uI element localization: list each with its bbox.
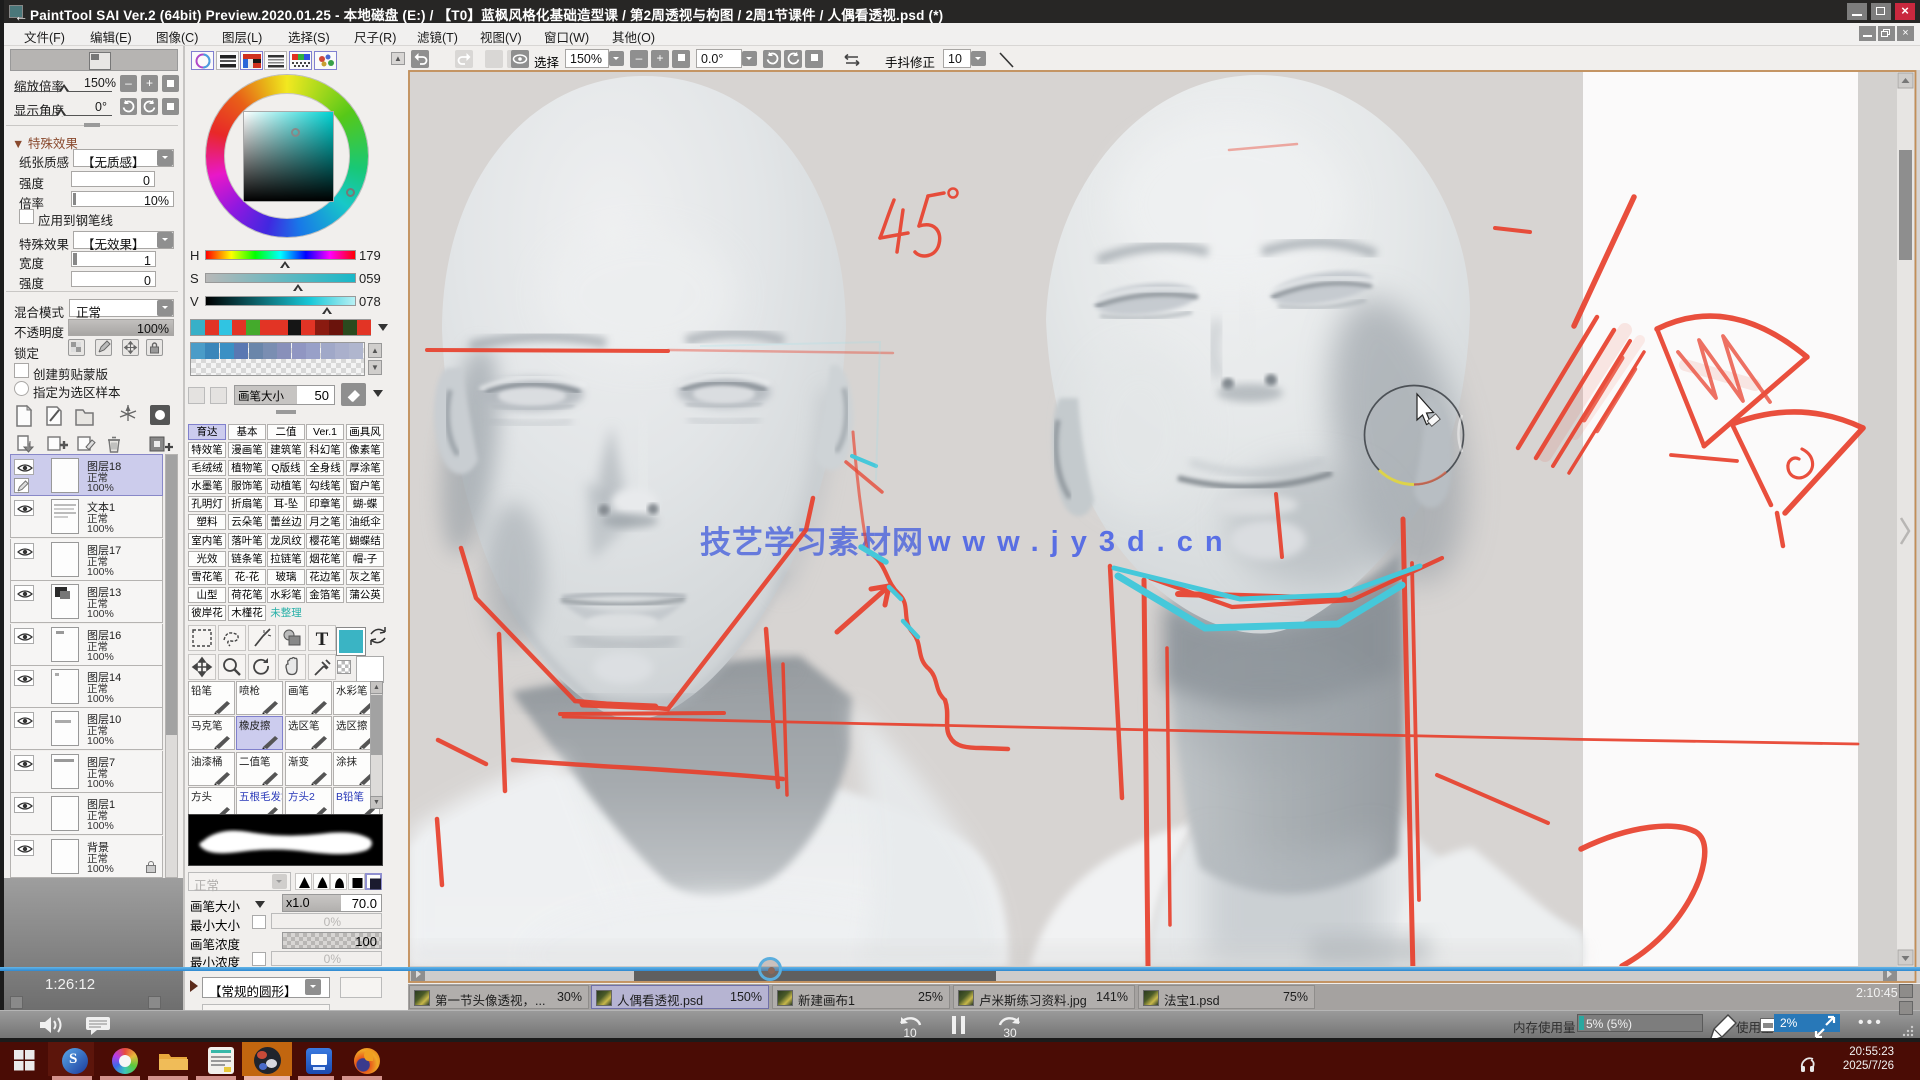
- svg-text:T: T: [316, 629, 329, 650]
- svg-text:技艺学习素材网: 技艺学习素材网: [700, 525, 924, 560]
- svg-text:www.jy3d.cn: www.jy3d.cn: [927, 526, 1235, 558]
